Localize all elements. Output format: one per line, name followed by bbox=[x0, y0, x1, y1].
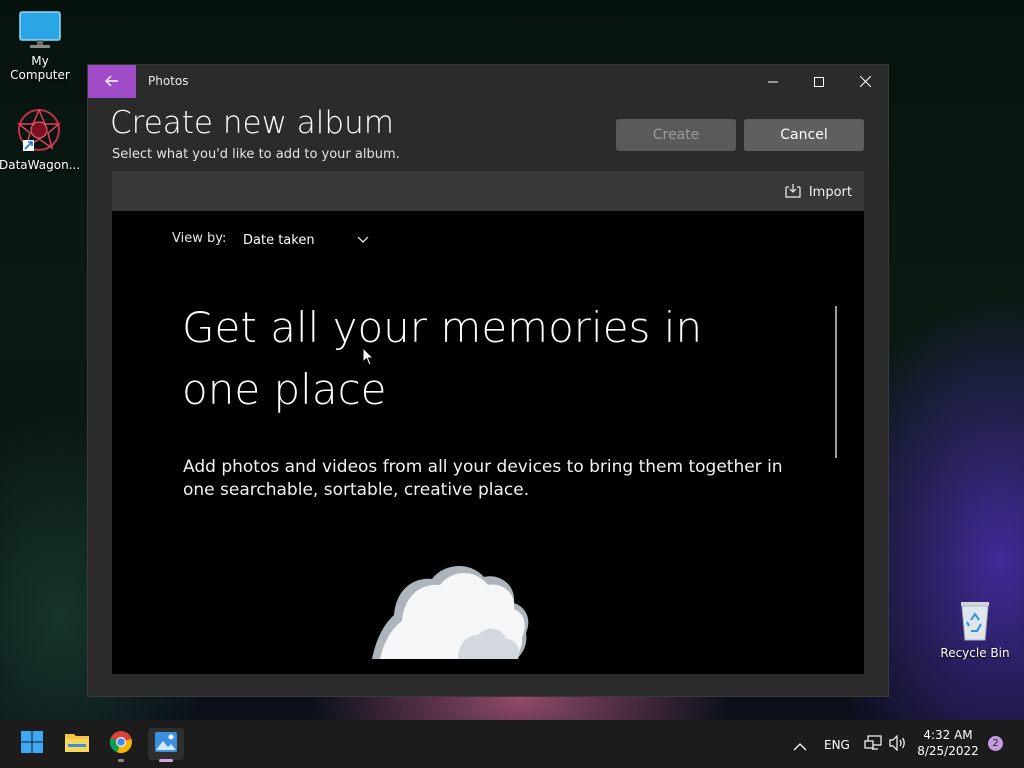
import-icon bbox=[785, 183, 801, 202]
desktop-icon-recycle-bin[interactable]: Recycle Bin bbox=[935, 598, 1015, 660]
app-title: Photos bbox=[148, 74, 189, 88]
maximize-button[interactable] bbox=[796, 65, 842, 98]
view-by-value: Date taken bbox=[243, 232, 315, 248]
desktop-icon-label: DataWagon... bbox=[0, 158, 81, 172]
chevron-down-icon bbox=[357, 233, 369, 248]
show-hidden-icons-button[interactable] bbox=[793, 737, 807, 756]
close-icon bbox=[859, 72, 871, 91]
active-indicator bbox=[159, 759, 173, 762]
maximize-icon bbox=[814, 72, 824, 91]
view-by-dropdown[interactable]: Date taken bbox=[243, 230, 369, 250]
clock-time: 4:32 AM bbox=[923, 728, 973, 742]
speaker-icon bbox=[889, 734, 907, 755]
import-button[interactable]: Import bbox=[785, 183, 852, 202]
running-indicator bbox=[118, 759, 124, 762]
back-button[interactable] bbox=[88, 65, 136, 98]
create-button[interactable]: Create bbox=[616, 119, 736, 151]
mouse-cursor-icon bbox=[362, 346, 375, 370]
monitor-icon bbox=[18, 10, 62, 50]
recycle-bin-icon bbox=[955, 598, 995, 642]
desktop-icon-label: Recycle Bin bbox=[940, 646, 1010, 660]
cancel-button[interactable]: Cancel bbox=[744, 119, 864, 151]
empty-state-title: Get all your memories in one place bbox=[182, 303, 703, 414]
taskbar: ENG 4:32 AM 8/25/2022 bbox=[0, 720, 1024, 768]
empty-state-description: Add photos and videos from all your devi… bbox=[183, 457, 783, 500]
title-bar[interactable]: Photos bbox=[88, 65, 888, 99]
notification-badge[interactable]: 2 bbox=[988, 736, 1003, 751]
desktop-icon-my-computer[interactable]: My Computer bbox=[0, 10, 80, 82]
photos-window: Photos Create new album Select what you'… bbox=[87, 64, 889, 697]
desktop-icon-datawagon[interactable]: DataWagon... bbox=[0, 106, 81, 172]
page-subtitle: Select what you'd like to add to your al… bbox=[112, 147, 400, 162]
network-button[interactable] bbox=[864, 735, 882, 755]
taskbar-photos[interactable] bbox=[148, 728, 184, 762]
taskbar-chrome[interactable] bbox=[105, 728, 137, 762]
close-button[interactable] bbox=[842, 65, 888, 98]
arrow-left-icon bbox=[105, 72, 119, 91]
album-content-area: View by: Date taken Get all your memorie… bbox=[112, 211, 864, 674]
desktop-icon-label: My Computer bbox=[10, 54, 70, 82]
start-button[interactable] bbox=[16, 728, 48, 760]
view-by-label: View by: bbox=[172, 231, 227, 246]
datawagon-logo-icon bbox=[15, 106, 63, 154]
taskbar-file-explorer[interactable] bbox=[61, 728, 93, 760]
scrollbar[interactable] bbox=[835, 306, 837, 458]
volume-button[interactable] bbox=[889, 734, 907, 755]
network-icon bbox=[864, 735, 882, 755]
photos-app-icon bbox=[154, 731, 178, 757]
minimize-icon bbox=[768, 72, 778, 91]
album-toolbar: Import bbox=[112, 171, 864, 211]
clock-date: 8/25/2022 bbox=[917, 744, 979, 758]
import-label: Import bbox=[808, 185, 852, 200]
windows-logo-icon bbox=[20, 730, 44, 758]
page-title: Create new album bbox=[110, 105, 394, 141]
folder-icon bbox=[64, 731, 90, 757]
chevron-up-icon bbox=[793, 737, 807, 756]
cloud-illustration-icon bbox=[366, 549, 536, 663]
minimize-button[interactable] bbox=[750, 65, 796, 98]
clock[interactable]: 4:32 AM 8/25/2022 bbox=[916, 728, 980, 758]
chrome-icon bbox=[109, 730, 133, 758]
language-indicator[interactable]: ENG bbox=[824, 738, 850, 752]
